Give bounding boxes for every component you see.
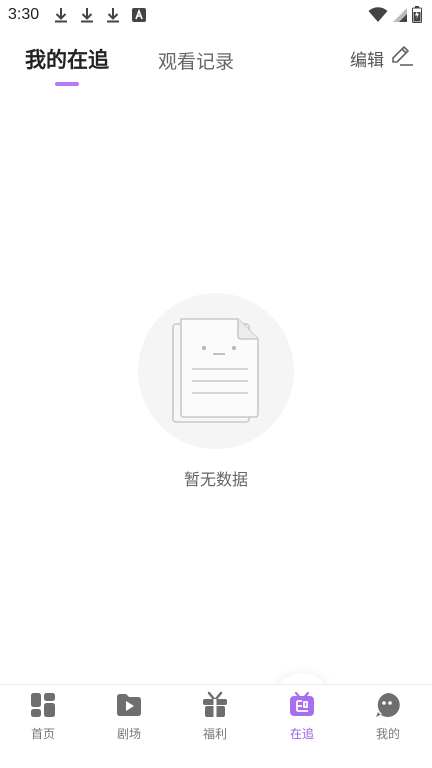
wifi-icon [368,6,388,27]
nav-welfare-label: 福利 [202,727,227,741]
status-time: 3:30 [8,6,40,23]
empty-document-icon [168,316,268,432]
tab-following[interactable]: 我的在追 [25,44,109,74]
edit-label: 编辑 [350,50,384,71]
edit-button[interactable]: 编辑 [350,45,414,71]
pencil-icon [390,45,414,71]
download-icon [53,6,69,24]
tab-watch-history[interactable]: 观看记录 [158,47,234,74]
play-folder-icon [115,691,143,719]
notification-icons [53,6,147,24]
home-grid-icon [29,691,57,719]
tab-bar: 我的在追 观看记录 编辑 [0,40,432,90]
battery-icon [412,6,422,27]
download-icon [105,6,121,24]
nav-welfare[interactable]: 福利 [185,689,245,749]
signal-icon [392,7,408,27]
nav-following[interactable]: 在追 [272,689,332,749]
nav-home[interactable]: 首页 [13,689,73,749]
a-box-icon [131,6,147,24]
status-bar: 3:30 [0,0,432,30]
bottom-nav: 首页 剧场 福利 在追 我的 [0,684,432,768]
chat-face-icon [374,691,402,719]
active-tab-indicator [55,82,79,86]
nav-theater-label: 剧场 [116,727,141,741]
empty-state-message: 暂无数据 [183,470,248,489]
gift-icon [201,691,229,719]
nav-profile-label: 我的 [375,727,400,741]
nav-theater[interactable]: 剧场 [99,689,159,749]
download-icon [79,6,95,24]
nav-home-label: 首页 [30,727,55,741]
system-icons [368,6,422,27]
nav-profile[interactable]: 我的 [358,689,418,749]
nav-following-label: 在追 [289,727,314,741]
follow-tv-icon [288,691,316,719]
